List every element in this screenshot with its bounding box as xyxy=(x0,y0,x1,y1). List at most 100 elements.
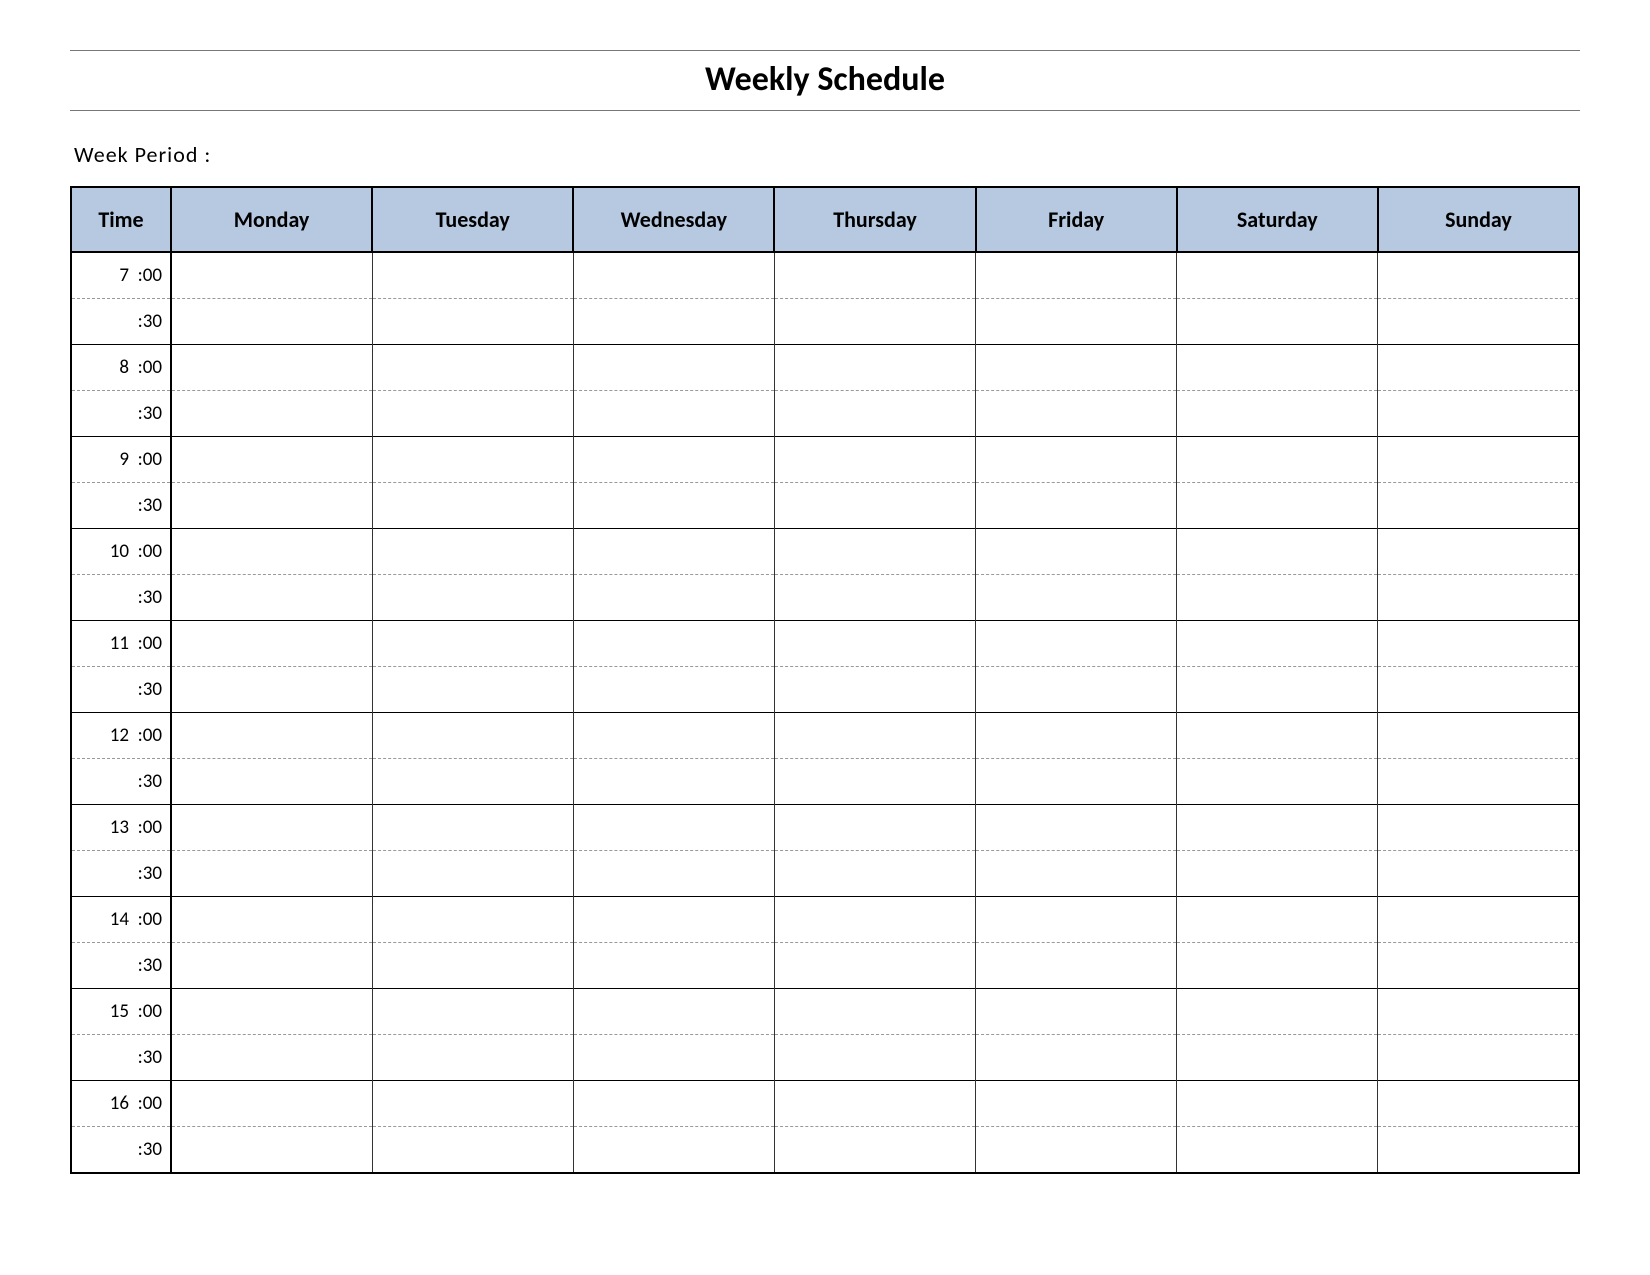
schedule-cell[interactable] xyxy=(1378,299,1579,345)
schedule-cell[interactable] xyxy=(1378,621,1579,667)
schedule-cell[interactable] xyxy=(1378,667,1579,713)
schedule-cell[interactable] xyxy=(1177,759,1378,805)
schedule-cell[interactable] xyxy=(573,529,774,575)
schedule-cell[interactable] xyxy=(976,713,1177,759)
schedule-cell[interactable] xyxy=(1177,575,1378,621)
schedule-cell[interactable] xyxy=(372,345,573,391)
schedule-cell[interactable] xyxy=(171,1081,372,1127)
schedule-cell[interactable] xyxy=(372,759,573,805)
schedule-cell[interactable] xyxy=(976,943,1177,989)
schedule-cell[interactable] xyxy=(1378,989,1579,1035)
schedule-cell[interactable] xyxy=(774,621,975,667)
schedule-cell[interactable] xyxy=(976,621,1177,667)
schedule-cell[interactable] xyxy=(774,1081,975,1127)
schedule-cell[interactable] xyxy=(573,575,774,621)
schedule-cell[interactable] xyxy=(372,1081,573,1127)
schedule-cell[interactable] xyxy=(573,1035,774,1081)
schedule-cell[interactable] xyxy=(171,345,372,391)
schedule-cell[interactable] xyxy=(1378,1081,1579,1127)
schedule-cell[interactable] xyxy=(1378,805,1579,851)
schedule-cell[interactable] xyxy=(976,345,1177,391)
schedule-cell[interactable] xyxy=(774,345,975,391)
schedule-cell[interactable] xyxy=(976,299,1177,345)
schedule-cell[interactable] xyxy=(573,252,774,299)
schedule-cell[interactable] xyxy=(774,391,975,437)
schedule-cell[interactable] xyxy=(1177,1035,1378,1081)
schedule-cell[interactable] xyxy=(976,805,1177,851)
schedule-cell[interactable] xyxy=(171,759,372,805)
schedule-cell[interactable] xyxy=(573,1081,774,1127)
schedule-cell[interactable] xyxy=(372,1035,573,1081)
schedule-cell[interactable] xyxy=(976,252,1177,299)
schedule-cell[interactable] xyxy=(1177,252,1378,299)
schedule-cell[interactable] xyxy=(1177,851,1378,897)
schedule-cell[interactable] xyxy=(573,483,774,529)
schedule-cell[interactable] xyxy=(171,1127,372,1174)
schedule-cell[interactable] xyxy=(171,713,372,759)
schedule-cell[interactable] xyxy=(774,575,975,621)
schedule-cell[interactable] xyxy=(171,299,372,345)
schedule-cell[interactable] xyxy=(171,529,372,575)
schedule-cell[interactable] xyxy=(976,437,1177,483)
schedule-cell[interactable] xyxy=(1378,483,1579,529)
schedule-cell[interactable] xyxy=(573,299,774,345)
schedule-cell[interactable] xyxy=(573,805,774,851)
schedule-cell[interactable] xyxy=(372,621,573,667)
schedule-cell[interactable] xyxy=(774,1035,975,1081)
schedule-cell[interactable] xyxy=(573,667,774,713)
schedule-cell[interactable] xyxy=(1378,759,1579,805)
schedule-cell[interactable] xyxy=(1177,529,1378,575)
schedule-cell[interactable] xyxy=(1378,252,1579,299)
schedule-cell[interactable] xyxy=(573,345,774,391)
schedule-cell[interactable] xyxy=(1177,713,1378,759)
schedule-cell[interactable] xyxy=(1378,529,1579,575)
schedule-cell[interactable] xyxy=(774,759,975,805)
schedule-cell[interactable] xyxy=(573,897,774,943)
schedule-cell[interactable] xyxy=(976,483,1177,529)
schedule-cell[interactable] xyxy=(1177,345,1378,391)
schedule-cell[interactable] xyxy=(1177,805,1378,851)
schedule-cell[interactable] xyxy=(976,897,1177,943)
schedule-cell[interactable] xyxy=(774,943,975,989)
schedule-cell[interactable] xyxy=(774,252,975,299)
schedule-cell[interactable] xyxy=(1378,1035,1579,1081)
schedule-cell[interactable] xyxy=(171,575,372,621)
schedule-cell[interactable] xyxy=(1177,437,1378,483)
schedule-cell[interactable] xyxy=(171,621,372,667)
schedule-cell[interactable] xyxy=(171,989,372,1035)
schedule-cell[interactable] xyxy=(573,621,774,667)
schedule-cell[interactable] xyxy=(171,805,372,851)
schedule-cell[interactable] xyxy=(976,575,1177,621)
schedule-cell[interactable] xyxy=(1378,575,1579,621)
schedule-cell[interactable] xyxy=(1378,943,1579,989)
schedule-cell[interactable] xyxy=(774,897,975,943)
schedule-cell[interactable] xyxy=(573,759,774,805)
schedule-cell[interactable] xyxy=(976,851,1177,897)
schedule-cell[interactable] xyxy=(1177,483,1378,529)
schedule-cell[interactable] xyxy=(171,252,372,299)
schedule-cell[interactable] xyxy=(774,989,975,1035)
schedule-cell[interactable] xyxy=(573,989,774,1035)
schedule-cell[interactable] xyxy=(372,989,573,1035)
schedule-cell[interactable] xyxy=(976,1035,1177,1081)
schedule-cell[interactable] xyxy=(774,483,975,529)
schedule-cell[interactable] xyxy=(372,299,573,345)
schedule-cell[interactable] xyxy=(372,1127,573,1174)
schedule-cell[interactable] xyxy=(774,667,975,713)
schedule-cell[interactable] xyxy=(171,667,372,713)
schedule-cell[interactable] xyxy=(372,575,573,621)
schedule-cell[interactable] xyxy=(1177,897,1378,943)
schedule-cell[interactable] xyxy=(372,437,573,483)
schedule-cell[interactable] xyxy=(1378,345,1579,391)
schedule-cell[interactable] xyxy=(171,851,372,897)
schedule-cell[interactable] xyxy=(1177,989,1378,1035)
schedule-cell[interactable] xyxy=(1378,713,1579,759)
schedule-cell[interactable] xyxy=(573,851,774,897)
schedule-cell[interactable] xyxy=(1177,621,1378,667)
schedule-cell[interactable] xyxy=(976,529,1177,575)
schedule-cell[interactable] xyxy=(372,943,573,989)
schedule-cell[interactable] xyxy=(774,299,975,345)
schedule-cell[interactable] xyxy=(976,759,1177,805)
schedule-cell[interactable] xyxy=(372,391,573,437)
schedule-cell[interactable] xyxy=(774,1127,975,1174)
